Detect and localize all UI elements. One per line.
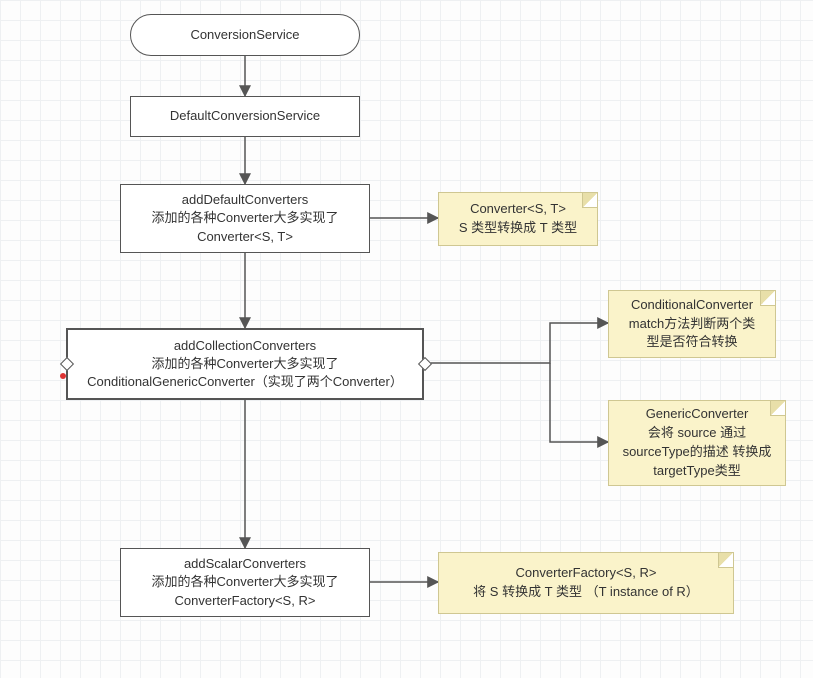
- node-add-collection-converters[interactable]: addCollectionConverters 添加的各种Converter大多…: [66, 328, 424, 400]
- note-line: ConverterFactory<S, R>: [473, 564, 699, 583]
- note-conditional-converter: ConditionalConverter match方法判断两个类 型是否符合转…: [608, 290, 776, 358]
- node-label: ConversionService: [190, 26, 299, 44]
- anchor-dot: [60, 373, 66, 379]
- node-line: ConditionalGenericConverter（实现了两个Convert…: [87, 373, 403, 391]
- node-add-scalar-converters: addScalarConverters 添加的各种Converter大多实现了 …: [120, 548, 370, 617]
- note-converter-factory: ConverterFactory<S, R> 将 S 转换成 T 类型 （T i…: [438, 552, 734, 614]
- node-line: addDefaultConverters: [151, 191, 338, 209]
- note-line: 将 S 转换成 T 类型 （T instance of R）: [473, 583, 699, 602]
- node-conversion-service: ConversionService: [130, 14, 360, 56]
- node-line: ConverterFactory<S, R>: [151, 592, 338, 610]
- node-default-conversion-service: DefaultConversionService: [130, 96, 360, 137]
- node-line: addScalarConverters: [151, 555, 338, 573]
- note-line: Converter<S, T>: [459, 200, 577, 219]
- note-line: S 类型转换成 T 类型: [459, 219, 577, 238]
- note-converter-st: Converter<S, T> S 类型转换成 T 类型: [438, 192, 598, 246]
- node-line: 添加的各种Converter大多实现了: [87, 355, 403, 373]
- node-line: addCollectionConverters: [87, 337, 403, 355]
- note-line: sourceType的描述 转换成: [623, 443, 772, 462]
- node-label: DefaultConversionService: [170, 107, 320, 125]
- node-line: 添加的各种Converter大多实现了: [151, 573, 338, 591]
- note-line: 会将 source 通过: [623, 424, 772, 443]
- note-line: ConditionalConverter: [629, 296, 755, 315]
- node-add-default-converters: addDefaultConverters 添加的各种Converter大多实现了…: [120, 184, 370, 253]
- note-line: GenericConverter: [623, 405, 772, 424]
- node-line: Converter<S, T>: [151, 228, 338, 246]
- note-line: match方法判断两个类: [629, 315, 755, 334]
- node-line: 添加的各种Converter大多实现了: [151, 209, 338, 227]
- note-generic-converter: GenericConverter 会将 source 通过 sourceType…: [608, 400, 786, 486]
- note-line: targetType类型: [623, 462, 772, 481]
- note-line: 型是否符合转换: [629, 333, 755, 352]
